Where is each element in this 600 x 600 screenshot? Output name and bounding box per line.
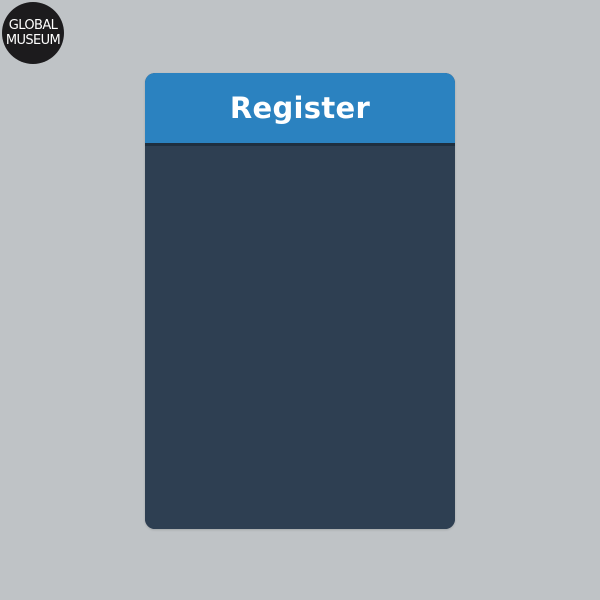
register-panel: Register: [145, 73, 455, 529]
logo-text-line1: GLOBAL: [8, 18, 58, 33]
register-panel-body: [145, 146, 455, 529]
global-museum-logo[interactable]: GLOBAL MUSEUM: [2, 2, 64, 64]
register-panel-header: Register: [145, 73, 455, 146]
logo-text-line2: MUSEUM: [5, 33, 61, 48]
register-title: Register: [229, 91, 371, 125]
